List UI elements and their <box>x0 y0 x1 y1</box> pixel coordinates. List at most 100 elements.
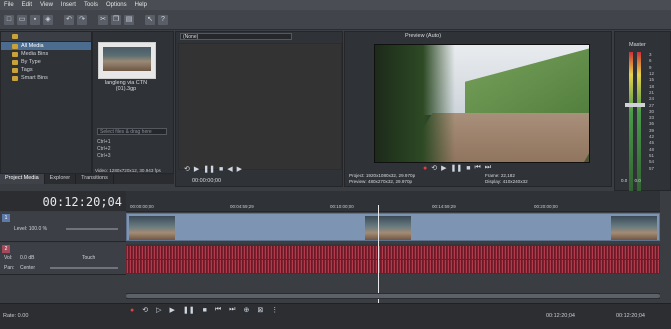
master-vals: 0.0 0.0 <box>621 178 641 183</box>
pause-icon[interactable]: ❚❚ <box>203 165 215 173</box>
loop-icon[interactable]: ⟲ <box>184 165 190 173</box>
tree-item-smart-bins[interactable]: Smart Bins <box>1 74 91 82</box>
next-frame-icon[interactable]: ▶ <box>237 165 242 173</box>
menu-file[interactable]: File <box>0 2 18 8</box>
window-tabs: Project Media Explorer Transitions <box>0 174 174 184</box>
go-end-icon[interactable]: ⏭ <box>229 306 235 314</box>
pan-slider[interactable] <box>50 267 118 269</box>
meter-scale-tick: 3 <box>649 52 652 57</box>
split-icon[interactable]: ⋮ <box>271 306 278 314</box>
go-start-icon[interactable]: ⏮ <box>474 164 480 172</box>
new-project-icon[interactable]: □ <box>4 14 14 25</box>
video-track-header[interactable]: 1 Level: 100.0 % <box>0 212 126 242</box>
menu-edit[interactable]: Edit <box>18 2 36 8</box>
audio-track-number: 2 <box>2 245 10 253</box>
trimmer-transport: ⟲ ▶ ❚❚ ■ ◀ ▶ <box>184 164 242 174</box>
preview-mode[interactable]: Preview (Auto) <box>405 33 441 39</box>
loop-icon[interactable]: ⟲ <box>431 164 437 172</box>
master-val-right: 0.0 <box>634 178 641 183</box>
master-val-left: 0.0 <box>621 178 628 183</box>
menu-bar: File Edit View Insert Tools Options Help <box>0 0 671 10</box>
level-slider[interactable] <box>66 228 118 230</box>
timeline-ruler[interactable]: 00:00:00;00 00:04:59;29 00:10:00;00 00:1… <box>126 191 660 212</box>
timeline-scrollbar[interactable] <box>126 293 660 299</box>
tree-item-media-bins[interactable]: Media Bins <box>1 50 91 58</box>
playhead-cursor[interactable] <box>378 205 379 307</box>
cut-icon[interactable]: ✂ <box>98 14 108 25</box>
normal-edit-tool-icon[interactable]: ↖ <box>145 14 155 25</box>
waveform-left <box>126 246 660 259</box>
pan-value: Center <box>20 265 36 271</box>
loop-icon[interactable]: ⟲ <box>142 306 148 314</box>
go-end-icon[interactable]: ⏭ <box>485 164 491 172</box>
touch-label[interactable]: Touch <box>82 255 95 261</box>
media-tree-panel: All Media Media Bins By Type Tags Smart … <box>0 31 92 174</box>
open-icon[interactable]: ▭ <box>17 14 27 25</box>
fader-handle[interactable] <box>625 103 645 107</box>
ruler-tick-3: 00:14:59;29 <box>432 204 456 209</box>
tab-project-media[interactable]: Project Media <box>0 174 45 184</box>
pause-icon[interactable]: ❚❚ <box>183 306 195 314</box>
menu-tools[interactable]: Tools <box>80 2 102 8</box>
stop-icon[interactable]: ■ <box>203 307 207 314</box>
scroll-thumb[interactable] <box>126 294 660 298</box>
meter-scale-tick: 12 <box>649 70 655 76</box>
snap-icon[interactable]: ⊕ <box>243 306 249 314</box>
audio-track-header[interactable]: 2 Vol: 0.0 dB Touch Pan: Center <box>0 243 126 275</box>
video-event[interactable] <box>126 213 660 241</box>
render-icon[interactable]: ◈ <box>43 14 53 25</box>
menu-insert[interactable]: Insert <box>57 2 80 8</box>
copy-icon[interactable]: ❐ <box>111 14 121 25</box>
stop-icon[interactable]: ■ <box>466 165 470 172</box>
meter-scale-tick: 15 <box>649 77 655 83</box>
play-icon[interactable]: ▶ <box>441 164 446 172</box>
menu-help[interactable]: Help <box>131 2 151 8</box>
preview-info-left: Project: 1920x1080x32, 29.970p Preview: … <box>349 173 415 184</box>
meter-scale-tick: 36 <box>649 121 655 127</box>
record-icon[interactable]: ● <box>130 307 134 314</box>
menu-view[interactable]: View <box>36 2 57 8</box>
play-icon[interactable]: ▶ <box>170 306 175 314</box>
stop-icon[interactable]: ■ <box>219 166 223 173</box>
audio-event[interactable] <box>126 244 660 274</box>
filter-box[interactable]: Select files & drag here <box>97 128 167 135</box>
lock-icon[interactable]: ⊠ <box>257 306 263 314</box>
meter-scale-tick: 9 <box>649 64 652 70</box>
go-start-icon[interactable]: ⏮ <box>215 306 221 314</box>
play-icon[interactable]: ▶ <box>194 165 199 173</box>
help-icon[interactable]: ? <box>158 14 168 25</box>
shortcut-1: Ctrl+1 <box>97 139 111 145</box>
meter-scale: 3 6 9 12 15 18 21 24 27 30 33 36 39 42 45 48 51 54 57 <box>649 52 667 204</box>
save-icon[interactable]: ▪ <box>30 14 40 25</box>
media-thumbnail[interactable] <box>98 42 156 79</box>
meter-scale-tick: 30 <box>649 108 655 114</box>
tab-explorer[interactable]: Explorer <box>45 174 77 184</box>
play-from-start-icon[interactable]: ▷ <box>156 306 161 314</box>
tab-transitions[interactable]: Transitions <box>76 174 114 184</box>
meter-scale-tick: 48 <box>649 146 655 152</box>
shortcut-3: Ctrl+3 <box>97 153 111 159</box>
media-list-panel: langleng via CTN (01).3gp Select files &… <box>92 31 174 179</box>
main-transport: ● ⟲ ▷ ▶ ❚❚ ■ ⏮ ⏭ ⊕ ⊠ ⋮ <box>130 306 278 314</box>
tree-item-all-media[interactable]: All Media <box>1 42 91 50</box>
shortcut-2: Ctrl+2 <box>97 146 111 152</box>
pause-icon[interactable]: ❚❚ <box>451 164 463 172</box>
prev-frame-icon[interactable]: ◀ <box>227 165 232 173</box>
redo-icon[interactable]: ↷ <box>77 14 87 25</box>
tree-item-tags[interactable]: Tags <box>1 66 91 74</box>
paste-icon[interactable]: ▤ <box>124 14 134 25</box>
meter-scale-tick: 54 <box>649 159 655 165</box>
master-mixer: Master 3 6 9 12 15 18 21 24 27 30 33 36 39 42 45 48 51 54… <box>614 31 671 204</box>
main-toolbar: □ ▭ ▪ ◈ ↶ ↷ ✂ ❐ ▤ ↖ ? <box>0 10 671 30</box>
tree-item-by-type[interactable]: By Type <box>1 58 91 66</box>
meter-scale-tick: 21 <box>649 89 655 95</box>
preview-video <box>374 44 590 163</box>
menu-options[interactable]: Options <box>102 2 131 8</box>
meter-scale-tick: 39 <box>649 127 655 133</box>
undo-icon[interactable]: ↶ <box>64 14 74 25</box>
display-info: Display: 410x240x32 <box>485 178 528 184</box>
record-icon[interactable]: ● <box>423 165 427 172</box>
rate-display: Rate: 0.00 <box>3 313 29 319</box>
trimmer-dropdown[interactable]: (None) <box>180 33 292 40</box>
timeline-header: 00:12:20;04 <box>0 191 126 211</box>
